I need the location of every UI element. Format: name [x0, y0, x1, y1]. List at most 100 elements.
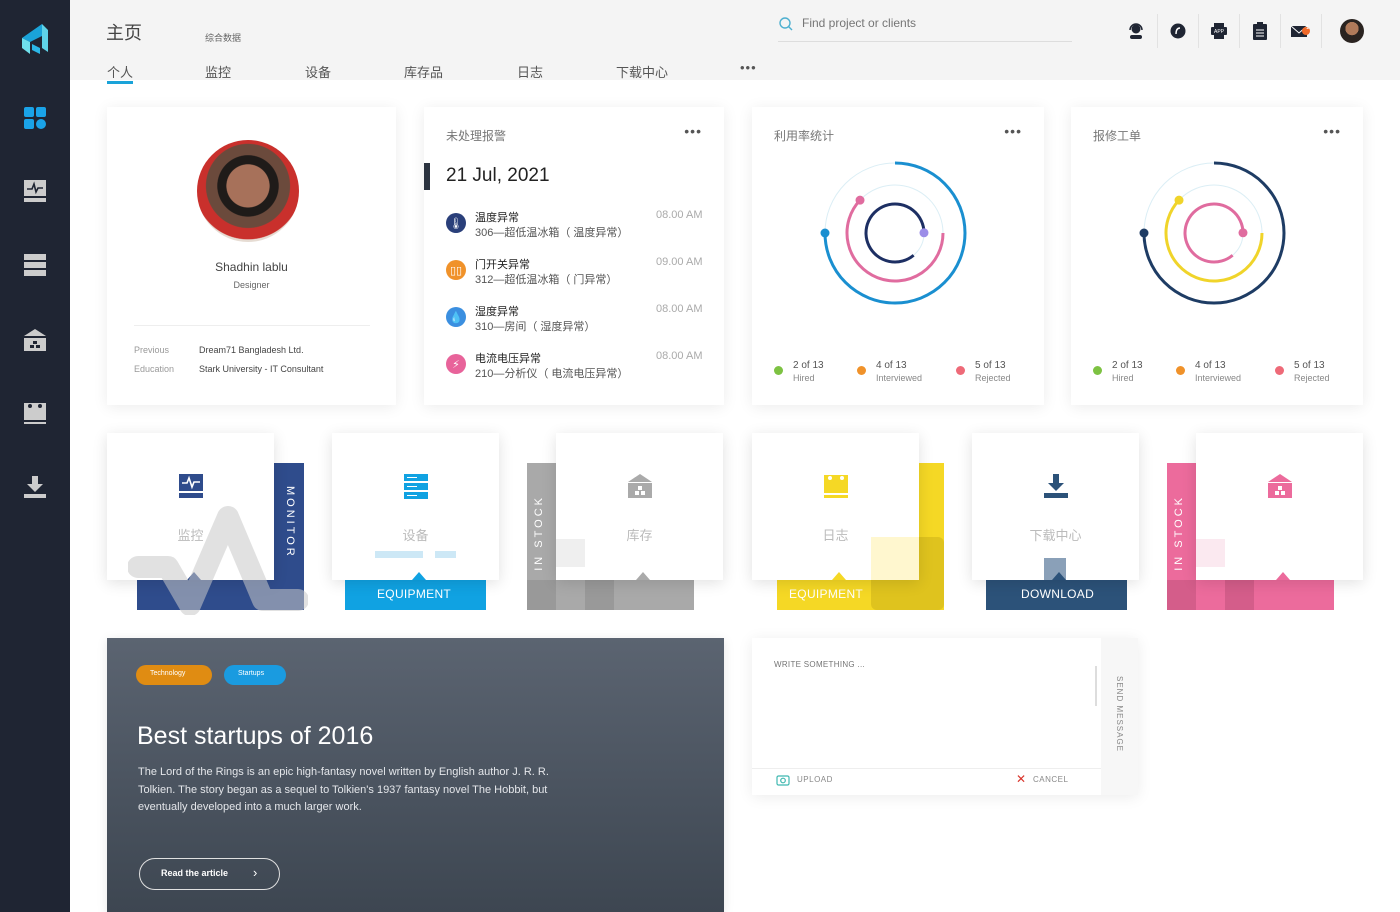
- mail-badge: 1: [1306, 25, 1310, 31]
- alert-title: 湿度异常: [475, 306, 519, 318]
- legend-label: Hired: [793, 373, 815, 383]
- message-card: UPLOAD ✕ CANCEL SEND MESSAGE: [752, 638, 1138, 795]
- legend-dot: [1093, 366, 1102, 375]
- mail-button[interactable]: 1: [1280, 14, 1320, 48]
- caret-icon: [636, 572, 650, 580]
- legend-value: 5 of 13: [1294, 360, 1325, 371]
- download-icon: [1044, 474, 1068, 498]
- tile-tag: EQUIPMENT: [377, 587, 452, 601]
- previous-value: Dream71 Bangladesh Ltd.: [199, 345, 304, 355]
- thermometer-icon: 🌡: [446, 213, 466, 233]
- legend-dot: [1176, 366, 1185, 375]
- calendar-icon: [24, 403, 46, 424]
- cancel-button[interactable]: CANCEL: [1033, 775, 1068, 784]
- tile-tag: EQUIPMENT: [789, 587, 864, 601]
- caret-icon: [412, 572, 426, 580]
- ring-arc: [1164, 199, 1264, 283]
- ring-dot: [919, 228, 929, 238]
- tile-front: 日志: [752, 433, 919, 580]
- calendar-icon: [824, 475, 848, 498]
- legend-label: Interviewed: [876, 373, 923, 383]
- legend-item: 2 of 13 Hired: [1093, 359, 1143, 385]
- tab-monitor[interactable]: 监控: [205, 62, 231, 81]
- education-value: Stark University - IT Consultant: [199, 364, 324, 374]
- alert-item[interactable]: ⚡ 电流电压异常 210—分析仪（ 电流电压异常） 08.00 AM: [446, 350, 706, 390]
- utilization-rings: [820, 161, 967, 305]
- alert-desc: 210—分析仪（ 电流电压异常）: [475, 368, 629, 380]
- close-icon[interactable]: ✕: [1016, 772, 1026, 786]
- tab-download[interactable]: 下载中心: [616, 62, 668, 81]
- download-icon: [24, 476, 46, 498]
- sidebar-item-stock[interactable]: [22, 327, 48, 353]
- sidebar-item-equipment[interactable]: [22, 252, 48, 278]
- date-marker: [424, 163, 430, 190]
- upload-button[interactable]: UPLOAD: [797, 775, 833, 784]
- link-button[interactable]: [1157, 14, 1197, 48]
- server-icon: [404, 474, 428, 499]
- scrollbar[interactable]: [1095, 666, 1097, 706]
- tab-equipment[interactable]: 设备: [305, 62, 331, 81]
- camera-icon[interactable]: [776, 774, 790, 786]
- send-message-button[interactable]: SEND MESSAGE: [1115, 676, 1124, 752]
- logo-icon[interactable]: [20, 22, 50, 56]
- legend-item: 4 of 13 Interviewed: [857, 359, 923, 385]
- alert-item[interactable]: 💧 湿度异常 310—房间（ 湿度异常） 08.00 AM: [446, 303, 706, 343]
- alert-item[interactable]: ▯▯ 门开关异常 312—超低温冰箱（ 门异常） 09.00 AM: [446, 256, 706, 296]
- legend-value: 5 of 13: [975, 360, 1006, 371]
- sidebar-item-dashboard[interactable]: [22, 105, 48, 131]
- message-input[interactable]: [774, 660, 1089, 760]
- pulse-watermark: [128, 506, 308, 615]
- legend-item: 5 of 13 Rejected: [1275, 359, 1330, 385]
- decor-bar: [435, 551, 456, 558]
- clipboard-button[interactable]: [1239, 14, 1279, 48]
- app-button[interactable]: APP: [1198, 14, 1238, 48]
- user-menu[interactable]: [1321, 14, 1381, 48]
- alert-desc: 306—超低温冰箱（ 温度异常）: [475, 227, 629, 239]
- droplet-icon: 💧: [446, 307, 466, 327]
- server-icon: [24, 254, 46, 276]
- alert-title: 电流电压异常: [475, 353, 541, 365]
- article-card: Technology Startups Best startups of 201…: [107, 638, 724, 912]
- support-button[interactable]: [1116, 14, 1156, 48]
- sidebar-item-monitor[interactable]: [22, 178, 48, 204]
- legend-dot: [774, 366, 783, 375]
- tab-personal[interactable]: 个人: [107, 62, 134, 84]
- tile-tag: IN STOCK: [533, 495, 545, 571]
- repair-rings: [1139, 161, 1286, 305]
- tab-log[interactable]: 日志: [517, 62, 543, 81]
- decor-bar: [585, 580, 614, 610]
- warehouse-icon: [628, 474, 652, 498]
- more-button[interactable]: •••: [684, 123, 702, 139]
- sidebar-item-log[interactable]: [22, 400, 48, 426]
- alerts-date: 21 Jul, 2021: [446, 165, 550, 186]
- decor-block: [556, 539, 585, 567]
- header: 主页 综合数据 个人 监控 设备 库存品 日志 下载中心 ••• APP 1: [70, 0, 1400, 84]
- tag-technology[interactable]: Technology: [136, 665, 212, 685]
- legend-dot: [956, 366, 965, 375]
- search-box[interactable]: [778, 16, 1072, 42]
- decor-bar: [1225, 580, 1254, 610]
- link-icon: [1170, 23, 1185, 39]
- profile-avatar: [197, 140, 299, 242]
- read-article-label: Read the article: [161, 868, 229, 878]
- search-input[interactable]: [802, 16, 1062, 30]
- app-icon: APP: [1210, 23, 1227, 39]
- sidebar: [0, 0, 70, 912]
- sidebar-item-download[interactable]: [22, 474, 48, 500]
- alert-time: 08.00 AM: [656, 209, 703, 221]
- decor-bar: [527, 580, 556, 610]
- alert-item[interactable]: 🌡 温度异常 306—超低温冰箱（ 温度异常） 08.00 AM: [446, 209, 706, 249]
- repair-card: 报修工单 ••• 2 of 13 Hired 4 of 13 Interview…: [1071, 107, 1363, 405]
- tab-stock[interactable]: 库存品: [404, 62, 443, 81]
- support-icon: [1129, 23, 1143, 39]
- alert-time: 09.00 AM: [656, 256, 703, 268]
- tile-front: 库存: [556, 433, 723, 580]
- tabs-more-button[interactable]: •••: [740, 60, 757, 75]
- legend-value: 4 of 13: [876, 360, 907, 371]
- read-article-button[interactable]: Read the article ›: [139, 858, 280, 890]
- warehouse-icon: [1268, 474, 1292, 498]
- avatar[interactable]: [1339, 19, 1364, 43]
- caret-icon: [1276, 572, 1290, 580]
- tag-startups[interactable]: Startups: [224, 665, 286, 685]
- page-title: 主页: [106, 23, 142, 43]
